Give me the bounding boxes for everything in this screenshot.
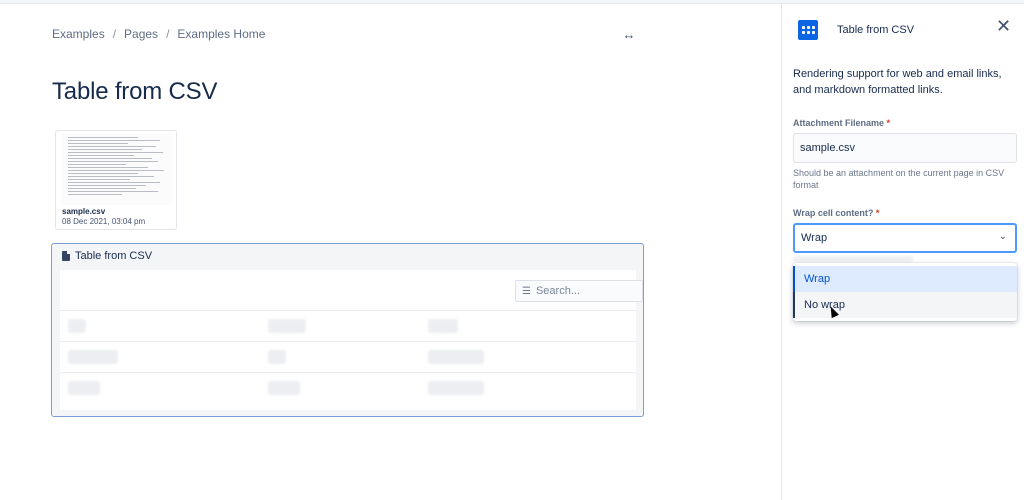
wrap-help-obscured — [793, 256, 913, 262]
filter-icon: ☰ — [522, 285, 531, 297]
attachment-card[interactable]: sample.csv 08 Dec 2021, 03:04 pm — [55, 130, 177, 230]
panel-description: Rendering support for web and email link… — [793, 68, 1002, 96]
width-toggle-icon[interactable]: ↔ — [619, 27, 639, 43]
wrap-label: Wrap cell content? * — [793, 208, 880, 218]
required-mark: * — [875, 208, 880, 218]
chevron-down-icon: ⌄ — [998, 231, 1007, 242]
wrap-select[interactable]: Wrap ⌄ — [793, 223, 1017, 253]
doc-icon — [62, 251, 70, 261]
wrap-select-value: Wrap — [801, 232, 828, 244]
option-wrap[interactable]: Wrap — [793, 266, 1017, 292]
breadcrumb-item-examples[interactable]: Examples — [52, 27, 105, 41]
breadcrumb-separator: / — [112, 27, 117, 41]
breadcrumb-item-examples-home[interactable]: Examples Home — [177, 27, 265, 41]
attachment-filename: sample.csv — [62, 207, 106, 216]
macro-header: Table from CSV — [62, 250, 152, 262]
breadcrumb-separator: / — [166, 27, 170, 41]
macro-icon — [798, 20, 818, 40]
filename-help: Should be an attachment on the current p… — [793, 168, 1005, 190]
search-placeholder: Search... — [535, 285, 580, 297]
table-row — [60, 341, 636, 371]
table-search-input[interactable]: ☰ Search... — [515, 280, 643, 302]
breadcrumb: Examples / Pages / Examples Home — [52, 27, 265, 41]
csv-table: ☰ Search... — [60, 270, 643, 410]
table-row — [60, 372, 636, 402]
close-icon[interactable]: ✕ — [996, 17, 1011, 35]
breadcrumb-item-pages[interactable]: Pages — [124, 27, 158, 41]
page-title: Table from CSV — [52, 78, 218, 105]
table-row — [60, 310, 636, 340]
panel-title: Table from CSV — [837, 24, 915, 36]
required-mark: * — [886, 118, 891, 128]
attachment-date: 08 Dec 2021, 03:04 pm — [62, 217, 146, 226]
option-no-wrap[interactable]: No wrap — [793, 292, 1017, 318]
macro-placeholder[interactable]: Table from CSV ☰ Search... — [51, 243, 644, 417]
wrap-dropdown-menu: Wrap No wrap — [793, 263, 1017, 321]
file-thumbnail — [62, 133, 172, 205]
macro-config-panel: Table from CSV ✕ Rendering support for w… — [782, 4, 1024, 500]
attachment-filename-input[interactable]: sample.csv — [793, 133, 1017, 163]
filename-label: Attachment Filename * — [793, 118, 891, 128]
macro-title: Table from CSV — [75, 250, 153, 262]
